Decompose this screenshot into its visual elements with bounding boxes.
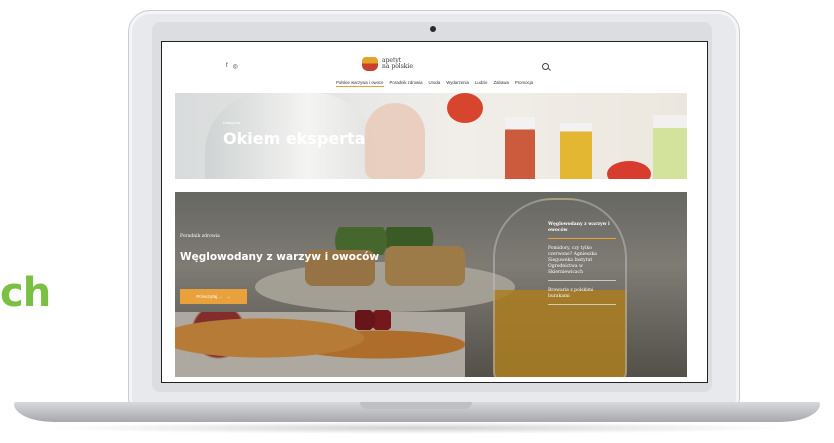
article-list-item[interactable]: Browarie z polskimi burakami [548, 288, 616, 305]
logo-text: apetyt na polskie [382, 58, 413, 70]
category-banner: Kategoria Okiem eksperta [175, 93, 687, 179]
facebook-icon[interactable]: f [226, 63, 228, 70]
banner-photo-tomato [447, 93, 483, 123]
nav-item-polskie-warzywa[interactable]: Polskie warzywa i owoce [336, 80, 384, 87]
logo-line-2: na polskie [382, 63, 413, 70]
camera-icon [430, 26, 436, 32]
read-more-button[interactable]: Przeczytaj ... → [180, 289, 247, 304]
article-list-item[interactable]: Węglowodany z warzyw i owoców [548, 222, 616, 239]
laptop-notch [360, 402, 472, 409]
laptop-shadow [40, 422, 794, 434]
banner-photo-apple [607, 161, 651, 179]
article-title[interactable]: Węglowodany z warzyw i owoców [180, 251, 379, 263]
banner-photo-juice-yellow [560, 123, 592, 179]
banner-photo-juice-green [653, 115, 687, 179]
laptop-screen: f ◎ apetyt na polskie Polskie warzywa i … [161, 41, 708, 383]
banner-photo-hand [365, 103, 425, 179]
read-more-label: Przeczytaj ... [196, 294, 223, 299]
main-nav: Polskie warzywa i owoce Poradnik zdrowia… [162, 80, 707, 87]
article-list: Węglowodany z warzyw i owoców Pomidory, … [548, 222, 616, 312]
logo-basket-icon [362, 57, 378, 71]
site-header: f ◎ apetyt na polskie Polskie warzywa i … [162, 42, 707, 92]
banner-title: Okiem eksperta [223, 129, 366, 148]
nav-item-ludzie[interactable]: Ludzie [475, 80, 488, 87]
instagram-icon[interactable]: ◎ [233, 63, 238, 70]
banner-photo-juice-red [505, 117, 535, 179]
search-icon[interactable] [542, 63, 549, 70]
featured-article: Poradnik zdrowia Węglowodany z warzyw i … [175, 192, 687, 377]
side-heading-fragment: ch [0, 270, 51, 316]
banner-category-label: Kategoria [223, 120, 241, 125]
social-links: f ◎ [226, 63, 238, 70]
site-logo[interactable]: apetyt na polskie [362, 57, 413, 71]
article-list-item[interactable]: Pomidory, czy tylko czerwone? Agnieszka … [548, 246, 616, 281]
arrow-right-icon: → [226, 294, 231, 299]
article-category[interactable]: Poradnik zdrowia [180, 234, 220, 239]
nav-item-uroda[interactable]: Uroda [429, 80, 441, 87]
nav-item-zabawa[interactable]: Zabawa [494, 80, 509, 87]
nav-item-poradnik-zdrowia[interactable]: Poradnik zdrowia [390, 80, 423, 87]
nav-item-wydarzenia[interactable]: Wydarzenia [446, 80, 469, 87]
nav-item-promocja[interactable]: Promocja [515, 80, 533, 87]
